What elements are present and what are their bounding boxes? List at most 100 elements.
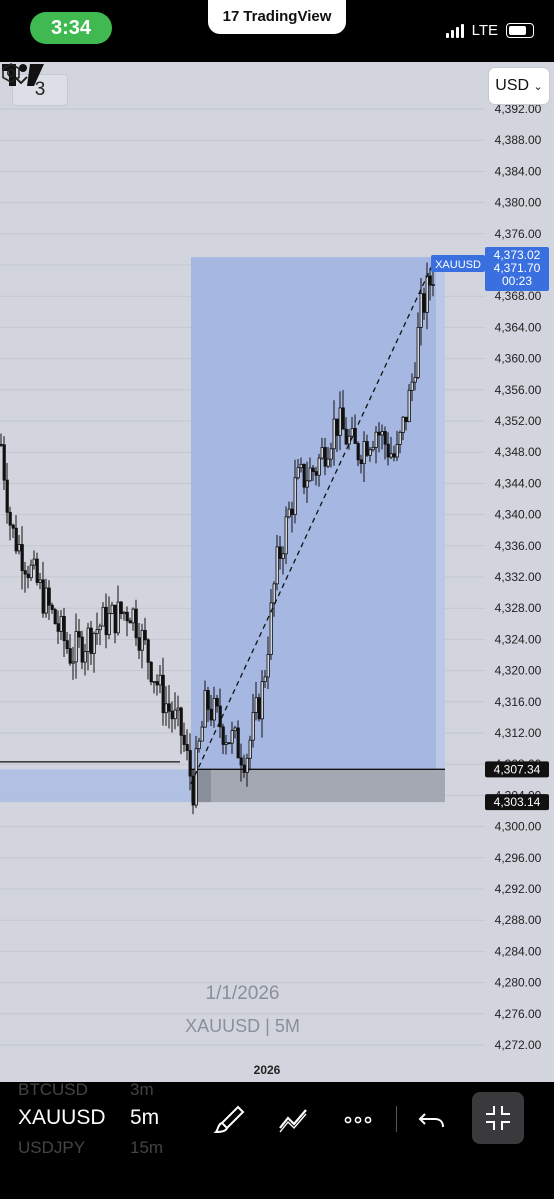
candle-body [230, 730, 234, 744]
price-scale-label: 4,296.00 [495, 851, 542, 865]
candle-body [221, 726, 225, 745]
candle-body [368, 449, 372, 456]
status-bar: 3:34 17 TradingView LTE [0, 0, 554, 62]
bar-countdown-label: 00:23 [502, 274, 532, 288]
candle-body [137, 637, 141, 651]
price-scale-label: 4,332.00 [495, 570, 542, 584]
candle-body [119, 601, 123, 615]
candle-body [2, 444, 6, 481]
candle-body [308, 467, 312, 482]
signal-icon [445, 23, 464, 38]
watermark-date: 1/1/2026 [205, 983, 280, 1004]
price-scale-label: 4,324.00 [495, 632, 542, 646]
price-scale-label: 4,348.00 [495, 445, 542, 459]
price-scale-label: 4,284.00 [495, 944, 542, 958]
candle-body [239, 757, 243, 766]
draw-brush-icon[interactable] [212, 1102, 248, 1138]
candle-body [329, 448, 333, 460]
candle-body [344, 428, 348, 445]
candle-body [194, 748, 198, 806]
candle-body [152, 681, 156, 684]
price-scale-label: 4,364.00 [495, 320, 542, 334]
candle-body [161, 674, 165, 714]
candle-body [35, 558, 39, 583]
candle-body [65, 640, 69, 650]
level-2-label: 4,303.14 [494, 795, 541, 809]
candle-body [380, 431, 384, 436]
price-scale-label: 4,356.00 [495, 383, 542, 397]
candle-body [302, 463, 306, 488]
price-scale-label: 4,336.00 [495, 539, 542, 553]
chart-settings-icon[interactable] [0, 62, 22, 84]
candle-body [89, 627, 93, 654]
candle-body [206, 690, 210, 710]
symbol-option[interactable]: BTCUSD [18, 1080, 88, 1100]
price-chart[interactable]: 4,392.00 4,388.00 4,384.00 4,380.00 4,376.00… [0, 62, 554, 1082]
symbol-tag-label: XAUUSD [435, 259, 481, 271]
candle-body [338, 407, 342, 436]
chevron-down-icon: ⌄ [533, 81, 543, 93]
candle-body [395, 443, 399, 458]
candle-body [398, 431, 402, 445]
timeframe-option[interactable]: 15m [130, 1138, 163, 1158]
tradingview-logo-icon: 17 [222, 8, 240, 25]
candle-body [323, 447, 327, 467]
candle-body [215, 697, 219, 707]
candle-body [251, 712, 255, 741]
candle-body [371, 447, 375, 451]
range-box-left [0, 769, 191, 803]
price-scale-label: 4,360.00 [495, 352, 542, 366]
price-scale-label: 4,292.00 [495, 882, 542, 896]
candle-body [176, 707, 180, 711]
stop-zone-box [191, 769, 445, 803]
candle-body [134, 608, 138, 639]
candle-body [260, 681, 264, 720]
candle-body [386, 443, 390, 458]
price-scale-label: 4,388.00 [495, 133, 542, 147]
app-pill: 17 TradingView [208, 0, 346, 34]
candle-body [305, 480, 309, 488]
candle-body [143, 629, 147, 641]
active-symbol[interactable]: XAUUSD [18, 1106, 106, 1130]
more-icon[interactable] [340, 1102, 376, 1138]
price-scale-label: 4,280.00 [495, 976, 542, 990]
candle-body [311, 467, 315, 472]
candle-body [356, 443, 360, 461]
candle-body [188, 750, 192, 777]
currency-button[interactable]: USD ⌄ [489, 68, 549, 104]
currency-label: USD [495, 77, 530, 94]
candle-body [242, 764, 246, 773]
time-axis-label: 2026 [253, 1063, 281, 1077]
candle-body [131, 608, 135, 624]
candle-body [428, 275, 432, 286]
level-1-label: 4,307.34 [494, 762, 541, 776]
price-scale-label: 4,316.00 [495, 695, 542, 709]
candle-body [203, 690, 207, 728]
price-scale-label: 4,272.00 [495, 1038, 542, 1052]
trend-line-icon[interactable] [276, 1102, 312, 1138]
timeframe-option[interactable]: 3m [130, 1080, 154, 1100]
candle-body [281, 553, 285, 559]
app-name: TradingView [243, 8, 332, 25]
candle-body [320, 447, 324, 459]
undo-icon[interactable] [415, 1102, 451, 1138]
candle-body [56, 623, 60, 632]
chart-area[interactable]: 4,392.00 4,388.00 4,384.00 4,380.00 4,376.00… [0, 62, 554, 1082]
candle-body [167, 703, 171, 712]
candle-body [272, 583, 276, 604]
candle-body [257, 697, 261, 720]
candle-body [107, 612, 111, 636]
candle-body [212, 697, 216, 721]
date-price-range-box[interactable] [191, 257, 436, 770]
candle-body [140, 629, 144, 651]
candle-body [155, 681, 159, 686]
candle-body [314, 471, 318, 476]
exit-fullscreen-icon [486, 1106, 510, 1130]
candle-body [59, 616, 63, 632]
price-scale-label: 4,392.00 [495, 102, 542, 116]
candle-body [245, 757, 249, 773]
symbol-option[interactable]: USDJPY [18, 1138, 85, 1158]
candle-body [266, 654, 270, 678]
active-timeframe[interactable]: 5m [130, 1106, 159, 1130]
exit-fullscreen-button[interactable] [472, 1092, 524, 1144]
